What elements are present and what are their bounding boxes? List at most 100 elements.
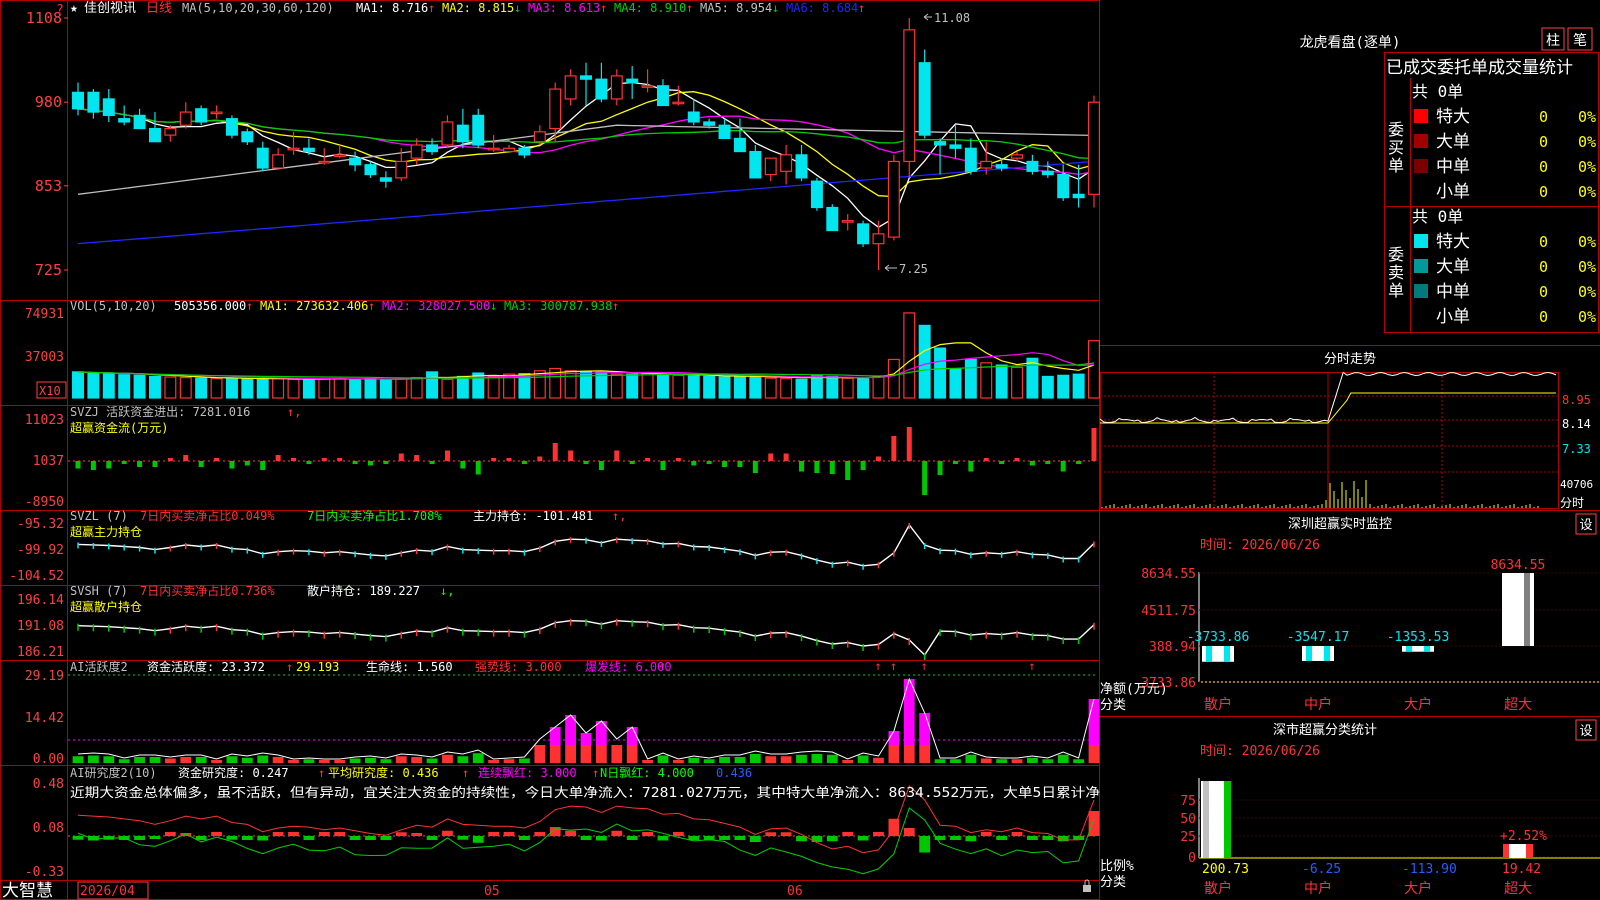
activity-bar xyxy=(72,756,84,763)
ai-activity-panel[interactable]: ↑ ↑ ↑ ↑↑ AI活跃度2 资金活跃度: 23.372 ↑ 29.193 生命线:… xyxy=(25,659,1100,767)
svzj-panel[interactable]: SVZJ 活跃资金进出: 7281.016 ↑, 超赢资金流(万元) 11023… xyxy=(25,404,1098,510)
candle-body xyxy=(164,127,177,136)
svsh-axis-mid: 191.08 xyxy=(17,619,64,634)
activity-bar xyxy=(688,757,700,763)
monitor-value-label: -1353.53 xyxy=(1387,630,1450,645)
monitor-ylabel: 净额(万元) xyxy=(1100,682,1168,697)
activity-bar xyxy=(1088,745,1100,763)
volume-bar xyxy=(487,375,500,399)
candle-body xyxy=(1057,173,1070,199)
ma-readout-arrow: ↓ xyxy=(772,1,779,15)
star-icon[interactable]: ★ xyxy=(70,1,78,16)
intraday-volume xyxy=(1101,480,1539,508)
research-bar xyxy=(719,836,730,840)
ma-readout-arrow: ↑ xyxy=(600,1,607,15)
activity-bar xyxy=(241,757,253,763)
activity-bar xyxy=(996,759,1008,763)
intraday-title: 分时走势 xyxy=(1324,351,1376,367)
intraday-axis-mid: 8.14 xyxy=(1562,417,1591,431)
svzj-bar xyxy=(952,461,958,464)
research-bar xyxy=(134,836,145,840)
research-bar xyxy=(1027,836,1038,840)
volume-bar xyxy=(118,374,131,399)
sell-row-name: 中单 xyxy=(1436,282,1470,302)
monitor-bar-stripe xyxy=(1224,646,1230,662)
svzj-bar xyxy=(244,461,250,466)
volume-bar xyxy=(872,376,885,399)
svzj-bar xyxy=(783,453,789,461)
volume-panel[interactable]: VOL(5,10,20) 505356.000 ↑ MA1: 273632.406 ↑… xyxy=(25,299,1100,399)
svzj-bar xyxy=(291,458,297,461)
ai-research-panel[interactable]: AI研究度2(10) 资金研究度: 0.247 ↑ 平均研究度: 0.436 ↑… xyxy=(25,765,1100,880)
sell-row-value: 0 xyxy=(1539,308,1548,326)
monitor-category: 中户 xyxy=(1304,696,1332,713)
ma-params: MA(5,10,20,30,60,120) xyxy=(182,1,334,15)
svzj-bar xyxy=(106,461,112,469)
period-label[interactable]: 日线 xyxy=(146,1,172,16)
close-icon[interactable]: ? xyxy=(56,3,64,18)
activity-bar xyxy=(488,760,500,763)
research-bar xyxy=(765,832,777,836)
candle-body xyxy=(87,91,100,113)
buy-row-value: 0 xyxy=(1539,158,1548,176)
svzj-bar xyxy=(167,458,173,461)
activity-bar xyxy=(565,745,576,763)
candle-body xyxy=(687,111,700,123)
svzj-bar xyxy=(598,461,604,470)
bar-mode-label: 柱 xyxy=(1546,33,1560,49)
candle-body xyxy=(287,147,300,151)
buy-side-label: 委 xyxy=(1388,120,1404,139)
research-bar xyxy=(780,832,792,836)
classify-bar xyxy=(1503,844,1533,858)
activity-bar xyxy=(534,745,546,763)
ai2-axis-mid: 0.08 xyxy=(33,821,64,836)
activity-bar xyxy=(980,758,992,763)
activity-bar xyxy=(873,757,884,763)
ai2-commentary: 近期大资金总体偏多，虽不活跃，但有异动，宜关注大资金的持续性，今日大单净流入：7… xyxy=(70,785,1100,801)
volume-bar xyxy=(641,373,654,399)
svzj-bar xyxy=(506,458,512,461)
lhb-panel[interactable]: 龙虎看盘(逐单) 柱 笔 已成交委托单成交量统计 共 0单委买单特大 0 0%大单 0… xyxy=(1300,27,1596,327)
classify-panel[interactable]: 深市超赢分类统计 设 时间: 2026/06/26 75 50 25 0 +2.52% 2… xyxy=(1100,719,1600,897)
svzj-bar xyxy=(752,461,758,473)
monitor-panel[interactable]: 深圳超赢实时监控 设 时间: 2026/06/26 8634.55 4511.75… xyxy=(1100,513,1600,713)
research-bar xyxy=(534,832,546,836)
volume-bar xyxy=(1072,373,1085,399)
ai2-arrow-3: ↑ xyxy=(592,766,599,780)
svzj-bar xyxy=(183,455,189,461)
candle-body xyxy=(595,78,608,100)
research-bar xyxy=(380,836,392,840)
classify-axis-label: 0 xyxy=(1188,851,1196,866)
ai1-activity: 资金活跃度: 23.372 xyxy=(147,659,265,674)
vol-readouts: 505356.000 ↑ MA1: 273632.406 ↑ MA2: 328027.5… xyxy=(174,299,619,313)
activity-bar xyxy=(903,745,915,763)
ai2-axis-low: -0.33 xyxy=(25,865,64,880)
candle-body xyxy=(995,164,1008,169)
activity-bar xyxy=(334,760,346,763)
activity-bar xyxy=(180,757,192,763)
volume-bar xyxy=(564,370,577,399)
svzj-bar xyxy=(845,461,851,480)
svzj-bar xyxy=(260,461,266,470)
buy-side-label: 单 xyxy=(1388,156,1404,175)
ai2-research: 资金研究度: 0.247 xyxy=(178,765,289,780)
sell-row-value: 0 xyxy=(1539,233,1548,251)
candle-body xyxy=(364,164,377,176)
volume-bar xyxy=(225,377,238,399)
monitor-category: 大户 xyxy=(1404,696,1432,713)
svzj-bar xyxy=(1029,461,1035,466)
ma-readout: MA3: 8.613 xyxy=(528,1,600,15)
ai2-name: AI研究度2(10) xyxy=(70,765,157,780)
svzl-panel[interactable]: SVZL (7) 7日内买卖净占比0.049% 7日内买卖净占比1.708% 主… xyxy=(9,508,1095,584)
svzj-bar xyxy=(799,461,805,472)
moving-average-lines xyxy=(77,81,1095,245)
intraday-panel[interactable]: 分时走势 8.95 8.14 7.33 40706 分时 xyxy=(1099,351,1593,510)
svzj-bar xyxy=(491,458,497,461)
ma-readouts: MA1: 8.716 ↑ MA2: 8.815 ↓ MA3: 8.613 ↑ MA4: 8.… xyxy=(356,1,865,15)
monitor-bar xyxy=(1202,646,1234,662)
lock-icon[interactable] xyxy=(1083,885,1091,892)
price-panel[interactable]: 1108980853725 ★ 佳创视讯 日线 MA(5,10,20,30,60… xyxy=(26,1,1100,279)
svzj-bar xyxy=(1091,428,1097,461)
svsh-panel[interactable]: SVSH (7) 7日内买卖净占比0.736% 散户持仓: 189.227 ↓,… xyxy=(17,583,1095,660)
sell-color-icon xyxy=(1414,284,1428,298)
